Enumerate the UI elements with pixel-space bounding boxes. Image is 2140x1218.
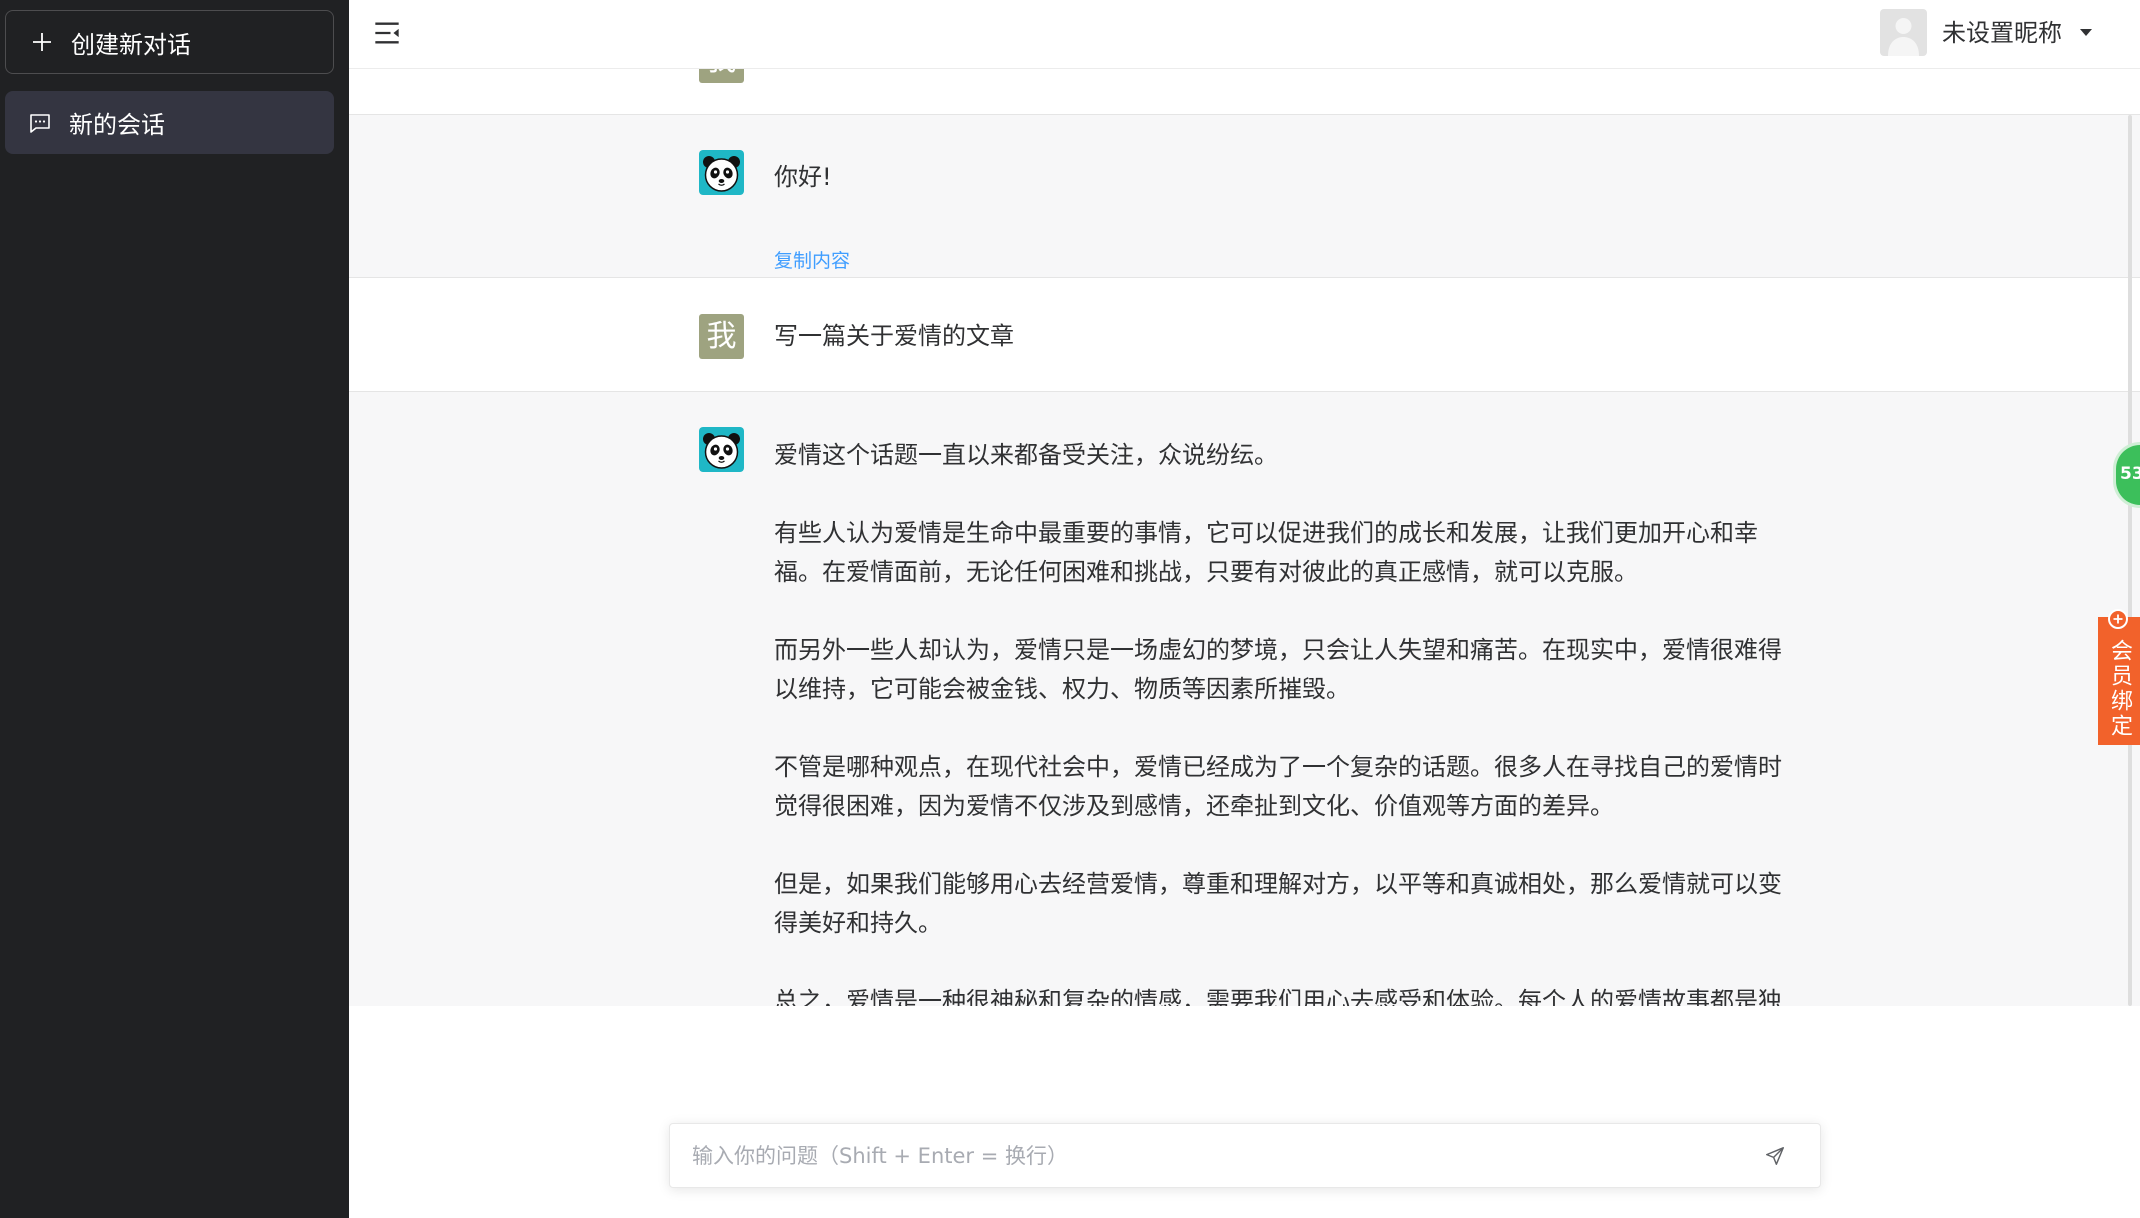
message-paragraph: 总之，爱情是一种很神秘和复杂的情感，需要我们用心去感受和体验。每个人的爱情故事都… [774,987,1782,1006]
message-paragraph: 有些人认为爱情是生命中最重要的事情，它可以促进我们的成长和发展，让我们更加开心和… [774,519,1758,586]
panda-avatar-icon [699,150,744,195]
message-paragraph: 但是，如果我们能够用心去经营爱情，尊重和理解对方，以平等和真诚相处，那么爱情就可… [774,870,1782,937]
menu-fold-icon[interactable] [373,20,401,46]
new-chat-label: 创建新对话 [71,30,191,59]
message-paragraph: 而另外一些人却认为，爱情只是一场虚幻的梦境，只会让人失望和痛苦。在现实中，爱情很… [774,636,1782,703]
message-content: 你好! 复制内容 [774,158,1789,279]
caret-down-icon[interactable] [2080,29,2092,36]
message-row-assistant: 爱情这个话题一直以来都备受关注，众说纷纭。 有些人认为爱情是生命中最重要的事情，… [349,392,2140,1006]
message-row-assistant: 你好! 复制内容 [349,115,2140,278]
message-content: 爱情这个话题一直以来都备受关注，众说纷纭。 有些人认为爱情是生命中最重要的事情，… [774,436,1789,1006]
chat-bubble-icon [28,111,52,135]
user-message-avatar: 我 [699,314,744,359]
session-item-active[interactable]: 新的会话 [5,91,334,154]
message-row-user: 我 [349,68,2140,115]
message-row-user: 我 写一篇关于爱情的文章 [349,278,2140,392]
plus-circle-icon[interactable] [2108,609,2128,629]
member-bind-label: 会员绑定 [2107,639,2132,739]
badge-count: 53 [2120,464,2140,484]
message-text: 写一篇关于爱情的文章 [774,322,1014,350]
new-chat-button[interactable]: 创建新对话 [5,10,334,74]
user-icon [1888,18,1919,56]
copy-content-link[interactable]: 复制内容 [774,246,850,276]
plus-icon [30,30,54,54]
top-header: 未设置昵称 [349,0,2140,69]
scrollbar-thumb[interactable] [2128,115,2132,1006]
message-text: 你好! [774,163,832,191]
message-paragraph: 不管是哪种观点，在现代社会中，爱情已经成为了一个复杂的话题。很多人在寻找自己的爱… [774,753,1782,820]
message-paragraph: 爱情这个话题一直以来都备受关注，众说纷纭。 [774,441,1278,469]
session-title: 新的会话 [69,111,165,139]
question-input[interactable] [670,1124,1820,1187]
sidebar: 创建新对话 新的会话 [0,0,349,1218]
message-list: 我 你好! [349,68,2140,1006]
send-icon[interactable] [1764,1145,1786,1167]
user-message-avatar: 我 [699,68,744,83]
member-bind-tab[interactable]: 会员绑定 [2098,617,2140,745]
user-avatar[interactable] [1880,9,1927,56]
chat-main: 未设置昵称 我 [349,0,2140,1218]
composer [669,1123,1821,1188]
message-content: 写一篇关于爱情的文章 [774,317,1789,356]
user-nickname[interactable]: 未设置昵称 [1942,0,2062,68]
panda-avatar-icon [699,427,744,472]
